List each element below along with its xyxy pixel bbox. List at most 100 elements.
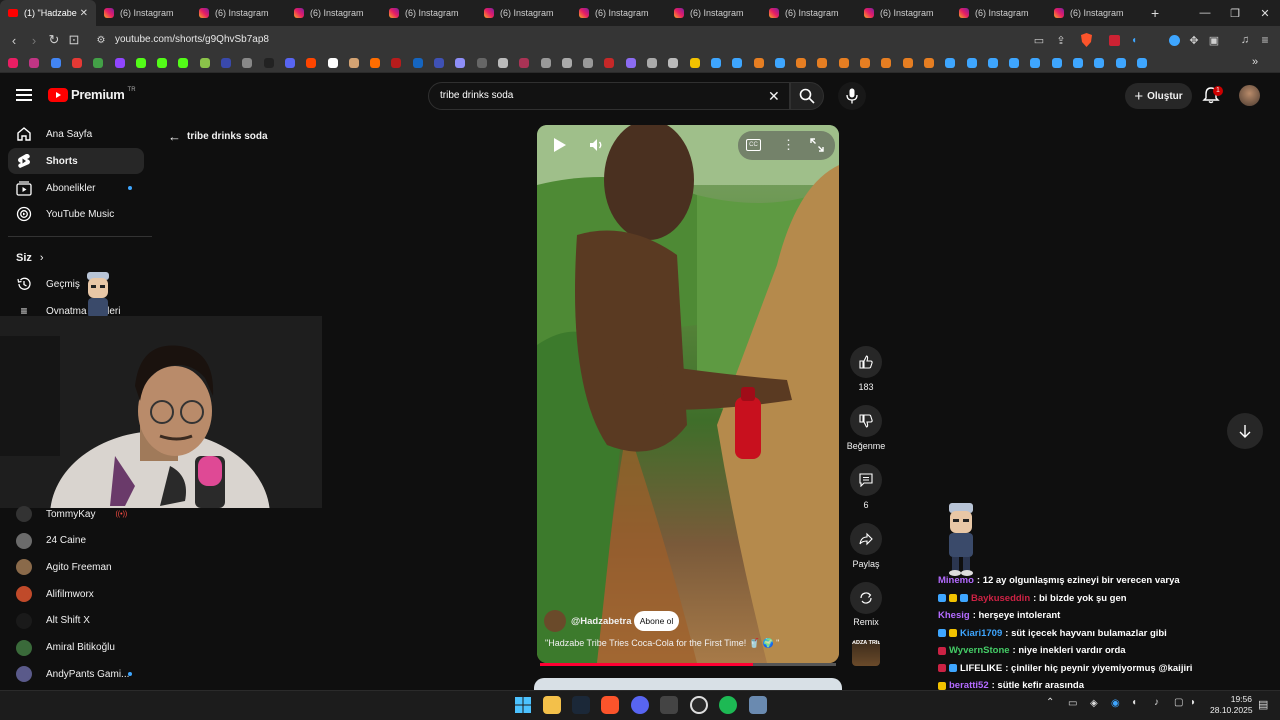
tray-network-icon[interactable]: ◈ xyxy=(1090,698,1098,709)
shorts-video-player[interactable] xyxy=(537,125,839,663)
channel-name[interactable]: @Hadzabetra xyxy=(571,616,631,627)
hamburger-menu-icon[interactable] xyxy=(16,88,32,102)
bookmark-icon[interactable]: ⊡ xyxy=(65,31,83,49)
spotify-icon[interactable] xyxy=(719,696,737,714)
tray-chevron-icon[interactable]: ⌃ xyxy=(1046,697,1054,708)
share-page-icon[interactable]: ⇪ xyxy=(1052,31,1070,49)
maximize-icon[interactable]: ❐ xyxy=(1220,0,1250,26)
bookmark-favicon-icon[interactable] xyxy=(710,58,721,68)
voice-search-button[interactable] xyxy=(838,82,866,110)
bookmark-favicon-icon[interactable] xyxy=(689,58,700,68)
next-short-preview[interactable] xyxy=(534,678,842,690)
you-section-header[interactable]: Siz › xyxy=(16,252,44,264)
volume-icon[interactable] xyxy=(589,138,605,157)
bookmark-favicon-icon[interactable] xyxy=(1051,58,1062,68)
extension-icon[interactable] xyxy=(1105,31,1123,49)
extensions-puzzle-icon[interactable]: ✥ xyxy=(1185,31,1203,49)
bookmark-favicon-icon[interactable] xyxy=(753,58,764,68)
bookmark-favicon-icon[interactable] xyxy=(434,58,444,68)
bookmark-favicon-icon[interactable] xyxy=(1009,58,1020,68)
more-bookmarks-icon[interactable]: » xyxy=(1252,56,1258,68)
file-explorer-icon[interactable] xyxy=(543,696,561,714)
sidebar-item-shorts[interactable]: Shorts xyxy=(8,148,144,174)
browser-tab[interactable]: (6) Instagram xyxy=(476,0,571,26)
bookmark-favicon-icon[interactable] xyxy=(923,58,934,68)
tray-mic-icon[interactable]: ♪ xyxy=(1154,697,1159,708)
media-icon[interactable]: ♫ xyxy=(1236,31,1254,49)
bookmark-favicon-icon[interactable] xyxy=(732,58,743,68)
vpn-icon[interactable] xyxy=(1165,31,1183,49)
bookmark-favicon-icon[interactable] xyxy=(71,58,82,68)
account-avatar[interactable] xyxy=(1239,85,1260,106)
brave-shield-icon[interactable] xyxy=(1077,31,1095,49)
notifications-center-icon[interactable]: ▤ xyxy=(1258,698,1268,711)
next-short-button[interactable] xyxy=(1227,413,1263,449)
bookmark-favicon-icon[interactable] xyxy=(561,58,572,68)
bookmark-favicon-icon[interactable] xyxy=(774,58,785,68)
browser-tab[interactable]: (6) Instagram xyxy=(951,0,1046,26)
bookmark-favicon-icon[interactable] xyxy=(987,58,998,68)
subscribe-button[interactable]: Abone ol xyxy=(634,611,679,631)
fullscreen-icon[interactable] xyxy=(810,138,824,157)
bookmark-favicon-icon[interactable] xyxy=(391,58,402,68)
bookmark-favicon-icon[interactable] xyxy=(29,58,40,68)
sidebar-item-subscriptions[interactable]: Abonelikler xyxy=(8,175,144,201)
youtube-premium-logo[interactable]: Premium TR xyxy=(48,87,136,102)
windows-start-icon[interactable] xyxy=(515,697,531,713)
bookmark-favicon-icon[interactable] xyxy=(178,58,189,68)
bookmark-favicon-icon[interactable] xyxy=(306,58,317,68)
system-clock[interactable]: 19:56 28.10.2025 xyxy=(1210,694,1253,716)
bookmark-favicon-icon[interactable] xyxy=(8,58,18,68)
app-icon[interactable] xyxy=(749,696,767,714)
more-options-icon[interactable]: ⋮ xyxy=(782,137,795,153)
browser-tab[interactable]: (6) Instagram xyxy=(1046,0,1141,26)
sidebar-item-home[interactable]: Ana Sayfa xyxy=(8,121,144,147)
close-window-icon[interactable]: ✕ xyxy=(1250,0,1280,26)
sidebar-subscription-item[interactable]: TommyKay ((•)) xyxy=(8,501,144,527)
sidebar-item-history[interactable]: Geçmiş xyxy=(8,271,144,297)
epic-games-icon[interactable] xyxy=(660,696,678,714)
back-to-search-link[interactable]: ← tribe drinks soda xyxy=(168,129,268,144)
bookmark-favicon-icon[interactable] xyxy=(540,58,551,68)
sidebar-subscription-item[interactable]: 24 Caine xyxy=(8,528,144,554)
bookmark-favicon-icon[interactable] xyxy=(625,58,636,68)
tray-battery-icon[interactable]: ▭ xyxy=(1068,698,1077,709)
clear-search-icon[interactable]: ✕ xyxy=(768,88,780,105)
new-tab-button[interactable]: + xyxy=(1151,5,1159,21)
bookmark-favicon-icon[interactable] xyxy=(114,58,125,68)
cast-icon[interactable]: ▭ xyxy=(1030,31,1048,49)
bookmark-favicon-icon[interactable] xyxy=(796,58,807,68)
browser-tab[interactable]: (6) Instagram xyxy=(191,0,286,26)
bookmark-favicon-icon[interactable] xyxy=(263,58,274,68)
captions-icon[interactable]: CC xyxy=(746,139,761,151)
browser-tab[interactable]: (6) Instagram xyxy=(286,0,381,26)
bookmark-favicon-icon[interactable] xyxy=(860,58,870,68)
sidebar-item-youtube-music[interactable]: YouTube Music xyxy=(8,201,144,227)
tray-steam-icon[interactable]: ◉ xyxy=(1111,698,1120,709)
bookmark-favicon-icon[interactable] xyxy=(945,58,956,68)
brave-browser-icon[interactable] xyxy=(601,696,619,714)
bookmark-favicon-icon[interactable] xyxy=(284,58,295,68)
bookmark-favicon-icon[interactable] xyxy=(50,58,61,68)
sidebar-subscription-item[interactable]: Alt Shift X xyxy=(8,608,144,634)
bookmark-favicon-icon[interactable] xyxy=(668,58,679,68)
bookmark-favicon-icon[interactable] xyxy=(242,58,253,68)
audio-thumbnail[interactable]: ADZA TRIB xyxy=(852,640,880,666)
play-icon[interactable] xyxy=(553,137,567,158)
bookmark-favicon-icon[interactable] xyxy=(966,58,977,68)
sidebar-subscription-item[interactable]: Alifilmworx xyxy=(8,581,144,607)
bookmark-favicon-icon[interactable] xyxy=(135,58,146,68)
browser-tab[interactable]: (6) Instagram xyxy=(666,0,761,26)
share-button[interactable] xyxy=(850,523,882,555)
sidebar-subscription-item[interactable]: Agito Freeman xyxy=(8,554,144,580)
back-nav-icon[interactable]: ‹ xyxy=(5,31,23,49)
minimize-icon[interactable]: — xyxy=(1190,0,1220,26)
site-info-icon[interactable]: ⚙ xyxy=(92,31,110,49)
bookmark-favicon-icon[interactable] xyxy=(1094,58,1105,68)
like-button[interactable] xyxy=(850,346,882,378)
bookmark-favicon-icon[interactable] xyxy=(455,58,466,68)
sidebar-subscription-item[interactable]: Amiral Bitikoğlu xyxy=(8,635,144,661)
bookmark-favicon-icon[interactable] xyxy=(327,58,338,68)
bookmark-favicon-icon[interactable] xyxy=(497,58,508,68)
bookmark-favicon-icon[interactable] xyxy=(817,58,828,68)
